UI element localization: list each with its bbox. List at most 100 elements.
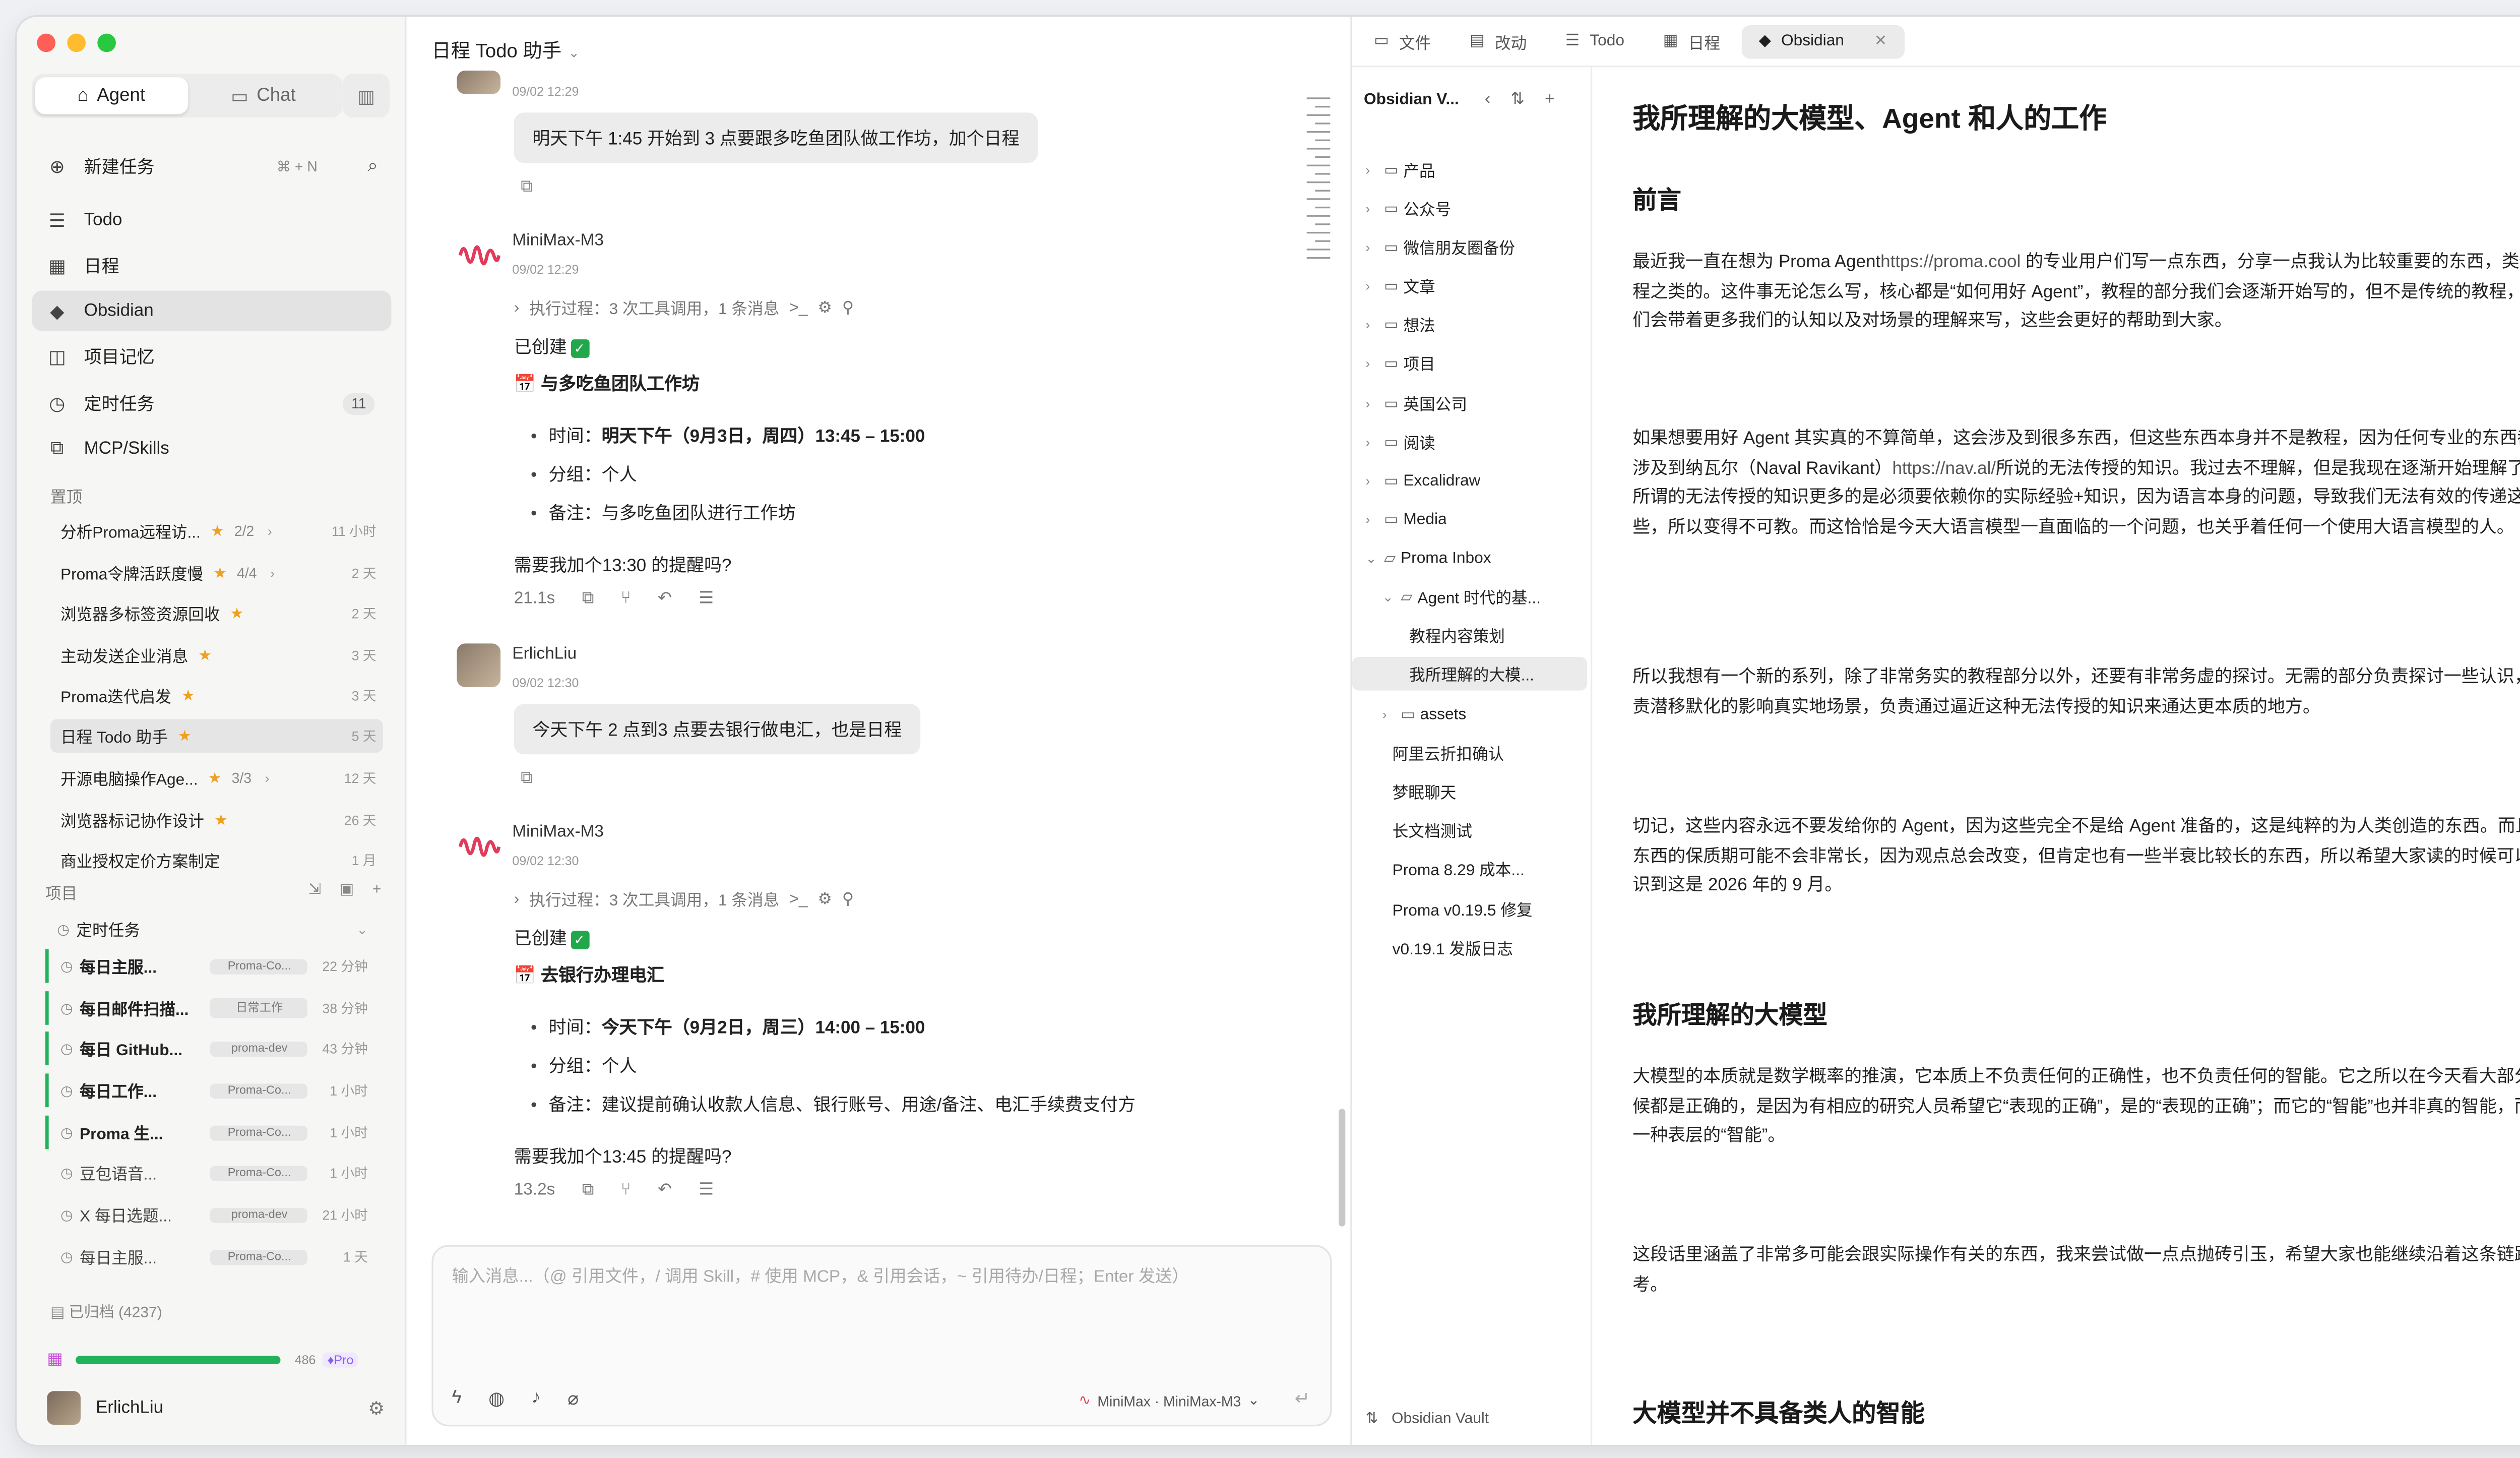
execution-summary[interactable]: › 执行过程：3 次工具调用，1 条消息 >_ ⚙ ⚲ <box>514 887 854 911</box>
message-input[interactable]: 输入消息...（@ 引用文件，/ 调用 Skill，# 使用 MCP，& 引用会… <box>452 1262 1188 1287</box>
tree-folder[interactable]: › ▭ 公众号 <box>1365 192 1587 225</box>
section-heading: 大模型并不具备类人的智能 <box>1632 1401 1925 1428</box>
gear-icon[interactable]: ⚙ <box>368 1397 385 1419</box>
scheduled-task-item[interactable]: ◷ 每日主服... Proma-Co... 22 分钟 <box>45 949 382 983</box>
list-icon[interactable]: ☰ <box>699 590 714 609</box>
search-icon[interactable]: ⌕ <box>367 155 378 177</box>
scheduled-task-item[interactable]: ◷ Proma 生... Proma-Co... 1 小时 <box>45 1115 382 1149</box>
copy-icon[interactable]: ⧉ <box>521 769 533 788</box>
branch-icon[interactable]: ⑂ <box>621 1181 631 1200</box>
link[interactable]: https://nav.al/ <box>1892 458 1996 478</box>
pinned-item[interactable]: 商业授权定价方案制定 1 月 <box>50 843 383 877</box>
new-task-button[interactable]: ⊕ 新建任务 ⌘ + N ⌕ <box>32 146 391 187</box>
tree-file[interactable]: 长文档测试 <box>1382 813 1588 847</box>
plus-icon[interactable]: + <box>1545 91 1554 109</box>
tree-folder[interactable]: › ▭ 想法 <box>1365 308 1587 341</box>
sidebar-item-mcp-skills[interactable]: ⧉ MCP/Skills <box>32 429 391 469</box>
branch-icon[interactable]: ⑂ <box>621 590 631 609</box>
tab-chat[interactable]: ▭ Chat <box>187 77 340 114</box>
lightning-icon[interactable]: ϟ <box>452 1388 461 1410</box>
undo-icon[interactable]: ↶ <box>658 1181 672 1200</box>
model-selector[interactable]: ∿ MiniMax · MiniMax-M3 ⌄ <box>1079 1391 1259 1410</box>
tab-changes[interactable]: ▤ 改动 <box>1453 24 1544 58</box>
scheduled-task-item[interactable]: ◷ 每日工作... Proma-Co... 1 小时 <box>45 1073 382 1108</box>
send-button[interactable]: ↵ <box>1295 1388 1310 1410</box>
sort-icon[interactable]: ⇅ <box>1510 91 1525 109</box>
maximize-window-button[interactable] <box>97 33 116 52</box>
pinned-item[interactable]: 主动发送企业消息 ★ 3 天 <box>50 638 383 672</box>
tree-file[interactable]: Proma 8.29 成本... <box>1382 852 1588 886</box>
scheduled-task-item[interactable]: ◷ 每日邮件扫描... 日常工作 38 分钟 <box>45 991 382 1025</box>
tree-folder-expanded[interactable]: ⌄ ▱ Proma Inbox <box>1365 541 1587 575</box>
collapse-icon[interactable]: ⇲ <box>308 880 321 899</box>
chevron-down-icon[interactable]: ⌄ <box>356 922 367 937</box>
sidebar-item-project-memory[interactable]: ◫ 项目记忆 <box>32 336 391 377</box>
scheduled-task-item[interactable]: ◷ 每日 GitHub... proma-dev 43 分钟 <box>45 1031 382 1065</box>
conversation-title[interactable]: 日程 Todo 助手 ⌄ <box>431 37 579 64</box>
tree-folder[interactable]: › ▭ 文章 <box>1365 269 1587 302</box>
chevron-right-icon[interactable]: › <box>270 565 275 580</box>
copy-icon[interactable]: ⧉ <box>582 590 594 609</box>
globe-icon[interactable]: ◍ <box>488 1388 505 1410</box>
close-window-button[interactable] <box>37 33 55 52</box>
folder-add-icon[interactable]: ▣ <box>340 880 354 899</box>
pinned-item[interactable]: Proma迭代启发 ★ 3 天 <box>50 679 383 712</box>
scheduled-task-item[interactable]: ◷ 豆包语音... Proma-Co... 1 小时 <box>45 1156 382 1190</box>
chevron-right-icon[interactable]: › <box>268 523 272 538</box>
chevron-left-icon[interactable]: ‹ <box>1485 91 1490 109</box>
sidebar-item-todo[interactable]: ☰ Todo <box>32 200 391 240</box>
pinned-item[interactable]: 浏览器标记协作设计 ★ 26 天 <box>50 803 383 837</box>
tab-files[interactable]: ▭ 文件 <box>1357 24 1448 58</box>
tree-folder[interactable]: › ▭ 微信朋友圈备份 <box>1365 230 1587 264</box>
tab-agent[interactable]: ⌂ Agent <box>35 77 187 114</box>
microphone-icon[interactable]: ♪ <box>532 1388 541 1410</box>
scheduled-group-header[interactable]: ◷ 定时任务 ⌄ <box>45 913 382 946</box>
tree-file[interactable]: 梦眠聊天 <box>1382 774 1588 808</box>
tree-folder[interactable]: › ▭ 项目 <box>1365 346 1587 380</box>
tree-folder[interactable]: › ▭ Excalidraw <box>1365 464 1587 498</box>
tree-folder-expanded[interactable]: ⌄ ▱ Agent 时代的基... <box>1382 580 1588 614</box>
message-composer[interactable]: 输入消息...（@ 引用文件，/ 调用 Skill，# 使用 MCP，& 引用会… <box>431 1245 1332 1427</box>
tree-file[interactable]: Proma v0.19.5 修复 <box>1382 892 1588 926</box>
tree-folder[interactable]: › ▭ 阅读 <box>1365 425 1587 459</box>
user-profile[interactable]: ErlichLiu ⚙ <box>47 1389 391 1426</box>
sidebar-item-calendar[interactable]: ▦ 日程 <box>32 246 391 286</box>
undo-icon[interactable]: ↶ <box>658 590 672 609</box>
scheduled-task-item[interactable]: ◷ 每日主服... Proma-Co... 1 天 <box>45 1240 382 1273</box>
plus-icon[interactable]: + <box>372 880 382 899</box>
close-icon[interactable]: ✕ <box>1874 32 1887 50</box>
pinned-item[interactable]: 开源电脑操作Age... ★ 3/3 › 12 天 <box>50 761 383 795</box>
pinned-item[interactable]: 浏览器多标签资源回收 ★ 2 天 <box>50 596 383 630</box>
tree-folder[interactable]: › ▭ Media <box>1365 502 1587 536</box>
tree-folder[interactable]: › ▭ assets <box>1382 697 1588 731</box>
minimize-window-button[interactable] <box>67 33 86 52</box>
tree-file[interactable]: 教程内容策划 <box>1399 618 1587 652</box>
tab-obsidian[interactable]: ◆ Obsidian ✕ <box>1742 24 1904 58</box>
pinned-item[interactable]: Proma令牌活跃度慢 ★ 4/4 › 2 天 <box>50 556 383 590</box>
list-icon[interactable]: ☰ <box>699 1181 714 1200</box>
pinned-item[interactable]: 分析Proma远程访... ★ 2/2 › 11 小时 <box>50 514 383 548</box>
sidebar-item-scheduled-tasks[interactable]: ◷ 定时任务 11 <box>32 383 391 423</box>
tree-file[interactable]: 阿里云折扣确认 <box>1382 736 1588 770</box>
scheduled-task-item[interactable]: ◷ X 每日选题... proma-dev 21 小时 <box>45 1198 382 1232</box>
vault-switcher[interactable]: ⇅ Obsidian Vault <box>1365 1410 1489 1428</box>
tree-folder[interactable]: › ▭ 产品 <box>1365 153 1587 187</box>
tree-file[interactable]: v0.19.1 发版日志 <box>1382 931 1588 964</box>
message-outline-minimap[interactable] <box>1306 97 1331 265</box>
pinned-item-active[interactable]: 日程 Todo 助手 ★ 5 天 <box>50 719 383 753</box>
minimax-logo-icon <box>458 245 501 266</box>
execution-summary[interactable]: › 执行过程：3 次工具调用，1 条消息 >_ ⚙ ⚲ <box>514 296 854 320</box>
chat-scrollbar[interactable] <box>1339 1109 1346 1227</box>
archived-tasks-link[interactable]: ▤ 已归档 (4237) <box>50 1300 162 1322</box>
tab-calendar[interactable]: ▦ 日程 <box>1646 24 1737 58</box>
paperclip-icon[interactable]: ⌀ <box>568 1388 579 1410</box>
tree-file-selected[interactable]: 我所理解的大模... <box>1352 657 1588 691</box>
link[interactable]: https://proma.cool <box>1880 252 2021 272</box>
copy-icon[interactable]: ⧉ <box>582 1181 594 1200</box>
tab-todo[interactable]: ☰ Todo <box>1549 24 1642 58</box>
chevron-right-icon[interactable]: › <box>265 770 270 785</box>
copy-icon[interactable]: ⧉ <box>521 178 533 197</box>
sidebar-item-obsidian[interactable]: ◆ Obsidian <box>32 290 392 331</box>
tree-folder[interactable]: › ▭ 英国公司 <box>1365 386 1587 420</box>
toggle-sidebar-button[interactable]: ▥ <box>342 74 390 118</box>
